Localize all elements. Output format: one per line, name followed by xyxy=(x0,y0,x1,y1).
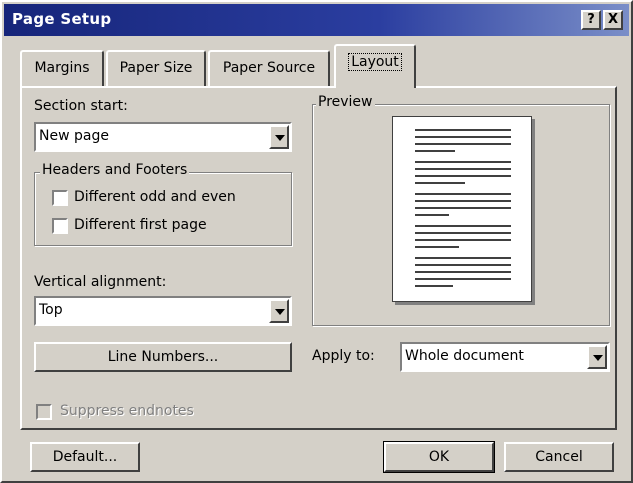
tab-layout[interactable]: Layout xyxy=(334,44,416,88)
chevron-down-icon[interactable] xyxy=(269,125,289,149)
help-button[interactable]: ? xyxy=(581,10,601,30)
preview-text-line xyxy=(415,193,511,195)
apply-to-select[interactable]: Whole document xyxy=(400,342,610,372)
section-start-select[interactable]: New page xyxy=(34,122,292,152)
section-start-value: New page xyxy=(39,128,109,144)
preview-text-line xyxy=(415,225,511,227)
suppress-endnotes-label: Suppress endnotes xyxy=(60,403,194,419)
page-setup-dialog: Page Setup ? X Margins Paper Size Paper … xyxy=(0,0,633,483)
odd-even-label: Different odd and even xyxy=(74,189,236,205)
preview-page xyxy=(392,116,532,302)
preview-text-line xyxy=(415,264,511,266)
tab-margins-label: Margins xyxy=(34,60,90,76)
preview-text-line xyxy=(415,150,455,152)
preview-text-line xyxy=(415,214,449,216)
dialog-title: Page Setup xyxy=(12,10,112,28)
cancel-button[interactable]: Cancel xyxy=(504,442,614,472)
tab-layout-label: Layout xyxy=(348,53,402,71)
headers-footers-group xyxy=(34,172,292,246)
first-page-checkbox[interactable] xyxy=(52,218,68,234)
preview-text-line xyxy=(415,136,511,138)
vertical-alignment-label: Vertical alignment: xyxy=(34,274,167,290)
preview-text-line xyxy=(415,257,511,259)
close-button[interactable]: X xyxy=(603,10,623,30)
vertical-alignment-value: Top xyxy=(39,302,63,318)
preview-text-line xyxy=(415,168,511,170)
section-start-label: Section start: xyxy=(34,98,128,114)
vertical-alignment-select[interactable]: Top xyxy=(34,296,292,326)
preview-text-line xyxy=(415,271,511,273)
tab-paper-source-label: Paper Source xyxy=(222,60,316,76)
preview-text-line xyxy=(415,175,511,177)
first-page-label: Different first page xyxy=(74,217,207,233)
odd-even-checkbox[interactable] xyxy=(52,190,68,206)
tab-paper-size[interactable]: Paper Size xyxy=(106,50,206,86)
tab-paper-size-label: Paper Size xyxy=(119,60,193,76)
preview-text-line xyxy=(415,207,511,209)
default-button[interactable]: Default... xyxy=(30,442,140,472)
preview-text-line xyxy=(415,161,511,163)
chevron-down-icon[interactable] xyxy=(587,345,607,369)
preview-text-line xyxy=(415,129,511,131)
preview-text-line xyxy=(415,200,511,202)
preview-text-line xyxy=(415,182,465,184)
suppress-endnotes-checkbox[interactable] xyxy=(36,404,52,420)
preview-text-line xyxy=(415,239,511,241)
preview-title: Preview xyxy=(316,94,375,110)
ok-button[interactable]: OK xyxy=(383,441,495,473)
chevron-down-icon[interactable] xyxy=(269,299,289,323)
headers-footers-title: Headers and Footers xyxy=(40,162,190,178)
tab-paper-source[interactable]: Paper Source xyxy=(208,50,330,86)
preview-text-line xyxy=(415,246,459,248)
preview-text-line xyxy=(415,278,511,280)
title-bar[interactable]: Page Setup ? X xyxy=(4,4,629,36)
apply-to-value: Whole document xyxy=(405,348,524,364)
line-numbers-button[interactable]: Line Numbers... xyxy=(34,342,292,372)
apply-to-label: Apply to: xyxy=(312,348,375,364)
preview-text-line xyxy=(415,285,453,287)
tab-margins[interactable]: Margins xyxy=(20,50,104,86)
preview-text-line xyxy=(415,232,511,234)
preview-text-line xyxy=(415,143,511,145)
